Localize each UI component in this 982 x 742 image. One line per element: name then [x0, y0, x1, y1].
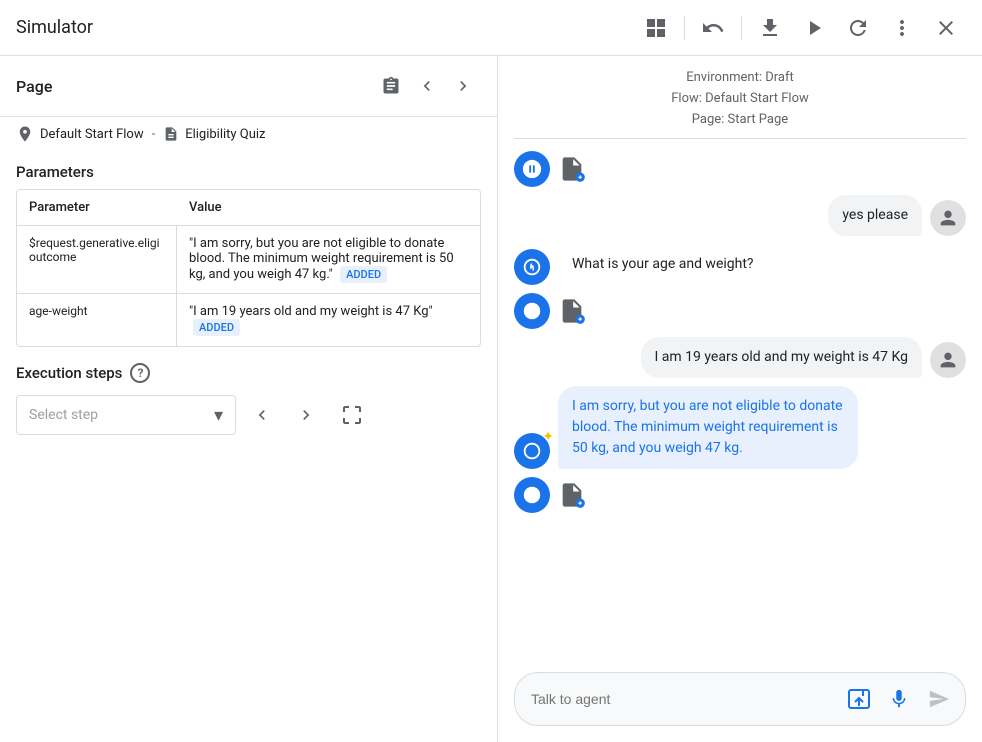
- execution-steps-label: Execution steps: [16, 364, 122, 382]
- env-info: Environment: Draft Flow: Default Start F…: [498, 56, 982, 138]
- env-line2: Flow: Default Start Flow: [514, 89, 966, 110]
- header-actions: [636, 8, 966, 48]
- prev-button[interactable]: [409, 68, 445, 104]
- clipboard-button[interactable]: [373, 68, 409, 104]
- more-vert-button[interactable]: [882, 8, 922, 48]
- header: Simulator: [0, 0, 982, 56]
- chat-input-area: [498, 660, 982, 742]
- env-line1: Environment: Draft: [514, 68, 966, 89]
- dropdown-arrow-icon: ▾: [214, 405, 223, 426]
- divider-1: [684, 16, 685, 40]
- added-badge-1: ADDED: [193, 319, 240, 336]
- page-name: Eligibility Quiz: [185, 127, 265, 142]
- param-value-1: "I am 19 years old and my weight is 47 K…: [177, 294, 480, 346]
- agent-avatar-3: [514, 293, 550, 329]
- step-prev-button[interactable]: [244, 397, 280, 433]
- agent-bubble-1: What is your age and weight?: [558, 244, 768, 285]
- table-header: Parameter Value: [17, 190, 480, 226]
- focus-button[interactable]: [332, 395, 372, 435]
- user-bubble-2: I am 19 years old and my weight is 47 Kg: [641, 337, 922, 378]
- env-line3: Page: Start Page: [514, 110, 966, 131]
- help-icon[interactable]: ?: [130, 363, 150, 383]
- chat-input-box: [514, 672, 966, 726]
- page-section-title: Page: [16, 77, 373, 96]
- agent-avatar-2: [514, 249, 550, 285]
- flow-icon: [16, 125, 34, 143]
- chat-input-field[interactable]: [531, 691, 837, 707]
- user-avatar-2: [930, 342, 966, 378]
- chat-messages: yes please What is your age and weight?: [498, 139, 982, 660]
- divider-2: [741, 16, 742, 40]
- close-button[interactable]: [926, 8, 966, 48]
- flow-info: Default Start Flow - Eligibility Quiz: [0, 117, 497, 155]
- right-panel: Environment: Draft Flow: Default Start F…: [498, 56, 982, 742]
- doc-icon-1: [558, 151, 586, 187]
- parameters-table: Parameter Value $request.generative.elig…: [16, 189, 481, 347]
- user-bubble-1: yes please: [828, 195, 922, 236]
- main-content: Page Default Start Flow -: [0, 56, 982, 742]
- col-parameter: Parameter: [17, 190, 177, 225]
- agent-avatar-ai: ✦: [514, 433, 550, 469]
- next-button[interactable]: [445, 68, 481, 104]
- enter-button[interactable]: [841, 681, 877, 717]
- play-button[interactable]: [794, 8, 834, 48]
- step-next-button[interactable]: [288, 397, 324, 433]
- execution-label-row: Execution steps ?: [16, 363, 481, 383]
- agent-avatar-1: [514, 151, 550, 187]
- download-button[interactable]: [750, 8, 790, 48]
- refresh-button[interactable]: [838, 8, 878, 48]
- param-name-0: $request.generative.eligioutcome: [17, 226, 177, 293]
- user-avatar-1: [930, 200, 966, 236]
- flow-item: Default Start Flow: [16, 125, 144, 143]
- chat-row-user-2: I am 19 years old and my weight is 47 Kg: [514, 337, 966, 378]
- step-select-dropdown[interactable]: Select step ▾: [16, 395, 236, 435]
- param-value-0: "I am sorry, but you are not eligible to…: [177, 226, 480, 293]
- added-badge-0: ADDED: [340, 266, 387, 283]
- sparkle-icon: ✦: [542, 429, 554, 445]
- chat-row-doc-1: [514, 151, 966, 187]
- flow-name: Default Start Flow: [40, 127, 144, 142]
- flow-sep: -: [152, 127, 156, 142]
- param-name-1: age-weight: [17, 294, 177, 346]
- left-panel: Page Default Start Flow -: [0, 56, 498, 742]
- col-value: Value: [177, 190, 480, 225]
- chat-row-agent-1: What is your age and weight?: [514, 244, 966, 285]
- chat-row-agent-ai: ✦ I am sorry, but you are not eligible t…: [514, 386, 966, 469]
- execution-controls: Select step ▾: [16, 395, 481, 435]
- undo-button[interactable]: [693, 8, 733, 48]
- agent-avatar-4: [514, 477, 550, 513]
- mic-button[interactable]: [881, 681, 917, 717]
- table-row: $request.generative.eligioutcome "I am s…: [17, 226, 480, 294]
- chat-row-doc-2: [514, 293, 966, 329]
- page-icon: [163, 126, 179, 142]
- grid-view-button[interactable]: [636, 8, 676, 48]
- step-select-label: Select step: [29, 407, 98, 423]
- execution-section: Execution steps ? Select step ▾: [0, 347, 497, 451]
- chat-row-doc-3: [514, 477, 966, 513]
- doc-icon-2: [558, 293, 586, 329]
- parameters-label: Parameters: [0, 155, 497, 189]
- app-title: Simulator: [16, 17, 636, 38]
- doc-icon-3: [558, 477, 586, 513]
- send-button[interactable]: [921, 681, 957, 717]
- agent-bubble-ai: I am sorry, but you are not eligible to …: [558, 386, 858, 469]
- table-row: age-weight "I am 19 years old and my wei…: [17, 294, 480, 346]
- page-header: Page: [0, 56, 497, 117]
- page-item: Eligibility Quiz: [163, 126, 265, 142]
- chat-row-user-1: yes please: [514, 195, 966, 236]
